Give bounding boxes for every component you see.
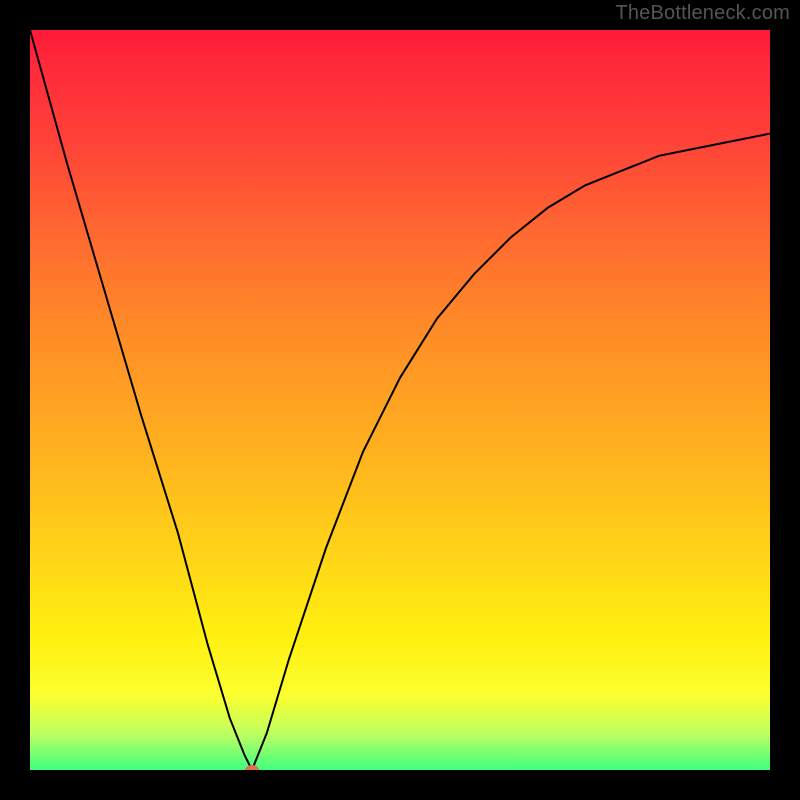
curve-right-branch bbox=[252, 134, 770, 770]
bottleneck-curve bbox=[30, 30, 770, 770]
watermark-text: TheBottleneck.com bbox=[615, 2, 790, 25]
curve-left-branch bbox=[30, 30, 252, 770]
chart-frame: TheBottleneck.com bbox=[0, 0, 800, 800]
plot-area bbox=[30, 30, 770, 770]
minimum-marker bbox=[245, 765, 259, 770]
